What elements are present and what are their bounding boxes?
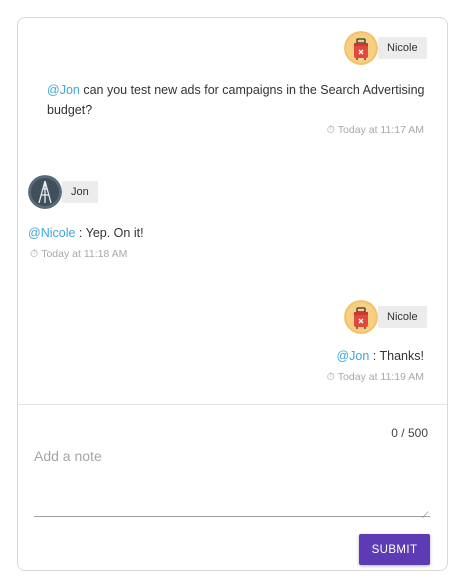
- message-body: : Yep. On it!: [75, 226, 144, 240]
- submit-button[interactable]: SUBMIT: [359, 534, 430, 565]
- author-chip: Nicole: [378, 37, 427, 59]
- tower-icon: [28, 175, 62, 209]
- message-text: @Jon can you test new ads for campaigns …: [47, 80, 427, 120]
- message-timestamp: ⏱ Today at 11:18 AM: [30, 248, 128, 260]
- clock-icon: ⏱: [326, 124, 335, 136]
- avatar-nicole: [344, 31, 378, 65]
- message-body: can you test new ads for campaigns in th…: [47, 83, 425, 117]
- clock-icon: ⏱: [30, 248, 39, 260]
- avatar-nicole: [344, 300, 378, 334]
- author-chip: Jon: [62, 181, 98, 203]
- message-timestamp: ⏱ Today at 11:19 AM: [326, 371, 424, 383]
- message-text: @Jon : Thanks!: [336, 346, 424, 366]
- mention-link[interactable]: @Jon: [336, 349, 369, 363]
- author-chip: Nicole: [378, 306, 427, 328]
- suitcase-icon: [344, 300, 378, 334]
- message-timestamp: ⏱ Today at 11:17 AM: [326, 124, 424, 136]
- character-counter: 0 / 500: [391, 426, 428, 440]
- message-text: @Nicole : Yep. On it!: [28, 223, 408, 243]
- clock-icon: ⏱: [326, 371, 335, 383]
- message-body: : Thanks!: [369, 349, 424, 363]
- mention-link[interactable]: @Nicole: [28, 226, 75, 240]
- mention-link[interactable]: @Jon: [47, 83, 80, 97]
- avatar-jon: [28, 175, 62, 209]
- suitcase-icon: [344, 31, 378, 65]
- divider: [18, 404, 447, 405]
- notes-card: Nicole @Jon can you test new ads for cam…: [17, 17, 448, 571]
- note-input[interactable]: [34, 444, 430, 517]
- resize-handle-icon[interactable]: ⟋: [422, 510, 428, 521]
